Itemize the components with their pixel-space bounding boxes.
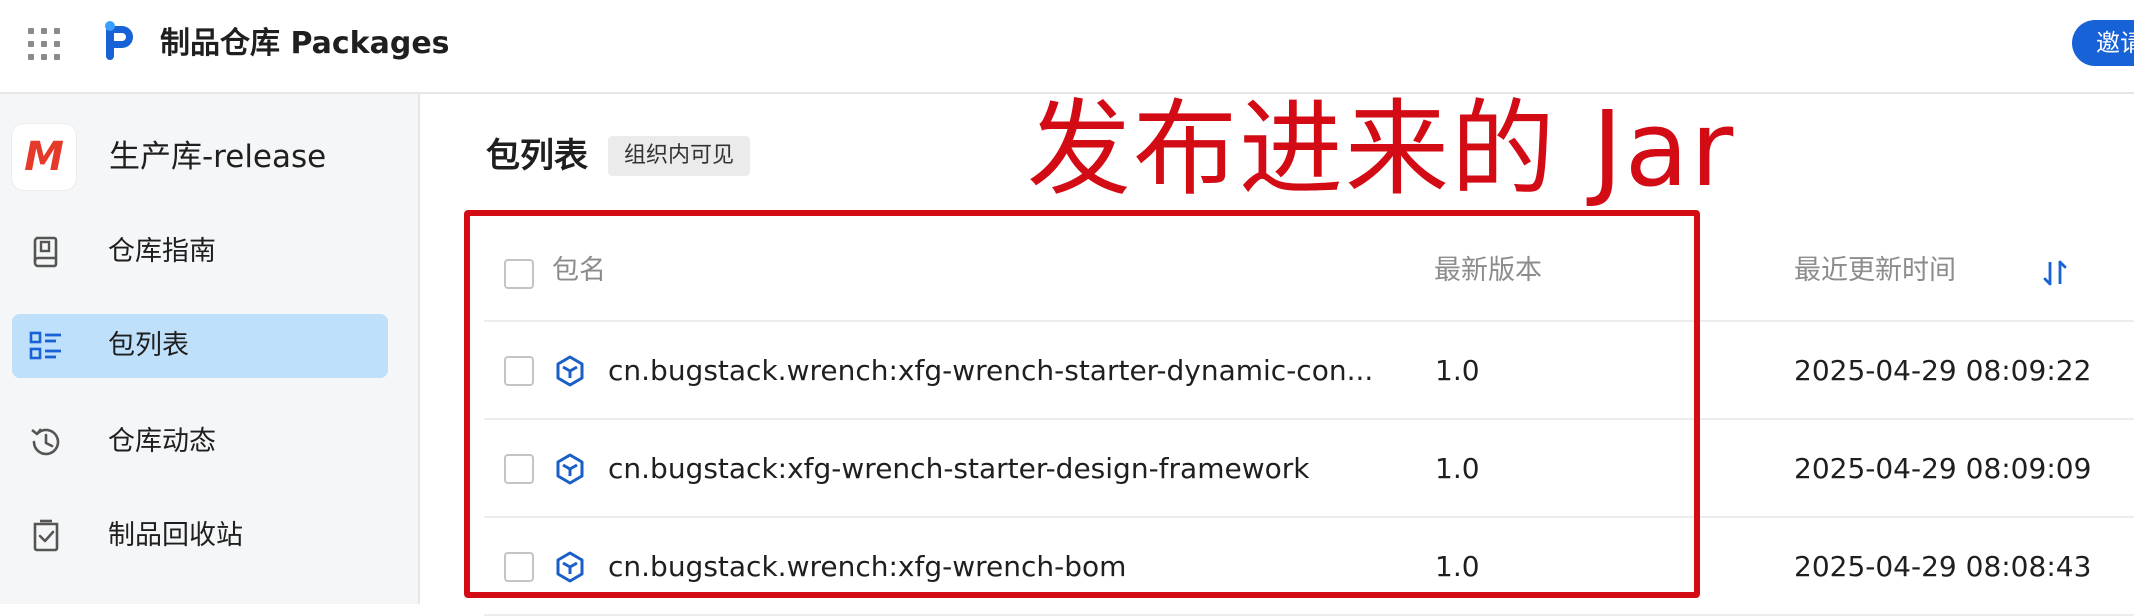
sidebar-item-package-list[interactable]: 包列表 [12, 314, 388, 378]
book-icon [33, 236, 58, 268]
sort-icon[interactable] [2042, 258, 2068, 288]
repo-name: 生产库-release [109, 139, 327, 175]
package-icon [556, 551, 584, 583]
package-updated-time: 2025-04-29 08:09:22 [1794, 354, 2092, 387]
select-all-checkbox[interactable] [504, 259, 534, 289]
apps-grid-icon[interactable] [28, 28, 60, 60]
package-version: 1.0 [1435, 550, 1480, 583]
sidebar-item-activity[interactable]: 仓库动态 [12, 410, 388, 474]
sidebar-item-guide[interactable]: 仓库指南 [12, 220, 388, 284]
column-header-name: 包名 [552, 255, 606, 286]
annotation-label: 发布进来的 Jar [1027, 88, 1736, 210]
package-version: 1.0 [1435, 452, 1480, 485]
package-name[interactable]: cn.bugstack.wrench:xfg-wrench-bom [608, 518, 1126, 616]
table-row[interactable]: cn.bugstack:xfg-wrench-starter-design-fr… [484, 420, 2134, 518]
repo-avatar-letter: M [24, 134, 64, 180]
history-icon [31, 428, 60, 456]
app-title: 制品仓库 Packages [160, 26, 450, 61]
package-table: 包名 最新版本 最近更新时间 cn.bugstack.wrench:xfg-wr… [484, 220, 2134, 616]
sidebar-item-label: 制品回收站 [108, 520, 243, 551]
table-row[interactable]: cn.bugstack.wrench:xfg-wrench-bom 1.0 20… [484, 518, 2134, 616]
sidebar: M 生产库-release 仓库指南 包列表 仓库动态 制品回收站 [0, 94, 420, 604]
table-header-row: 包名 最新版本 最近更新时间 [484, 220, 2134, 322]
invite-button[interactable]: 邀请 [2072, 20, 2134, 66]
main-content: 包列表 组织内可见 发布进来的 Jar 包名 最新版本 最近更新时间 cn.bu… [422, 88, 2134, 616]
row-checkbox[interactable] [504, 356, 534, 386]
repo-header[interactable]: M 生产库-release [12, 124, 412, 190]
package-name[interactable]: cn.bugstack:xfg-wrench-starter-design-fr… [608, 420, 1309, 518]
package-version: 1.0 [1435, 354, 1480, 387]
package-icon [556, 453, 584, 485]
row-checkbox[interactable] [504, 552, 534, 582]
package-icon [556, 355, 584, 387]
sidebar-item-label: 仓库动态 [108, 426, 216, 457]
brand-logo-icon [105, 21, 133, 60]
row-checkbox[interactable] [504, 454, 534, 484]
sidebar-item-label: 包列表 [108, 330, 189, 361]
table-row[interactable]: cn.bugstack.wrench:xfg-wrench-starter-dy… [484, 322, 2134, 420]
page-title: 包列表 [486, 136, 588, 176]
visibility-badge: 组织内可见 [608, 136, 751, 176]
sidebar-item-recycle-bin[interactable]: 制品回收站 [12, 504, 388, 568]
trash-icon [33, 519, 59, 552]
package-name[interactable]: cn.bugstack.wrench:xfg-wrench-starter-dy… [608, 322, 1373, 420]
package-updated-time: 2025-04-29 08:08:43 [1794, 550, 2092, 583]
column-header-updated[interactable]: 最近更新时间 [1794, 220, 1956, 322]
list-icon [29, 331, 61, 360]
column-header-version: 最新版本 [1434, 255, 1542, 286]
package-updated-time: 2025-04-29 08:09:09 [1794, 452, 2092, 485]
repo-avatar: M [12, 124, 76, 190]
sidebar-item-label: 仓库指南 [108, 236, 216, 267]
top-bar: 制品仓库 Packages 邀请 [0, 0, 2134, 94]
